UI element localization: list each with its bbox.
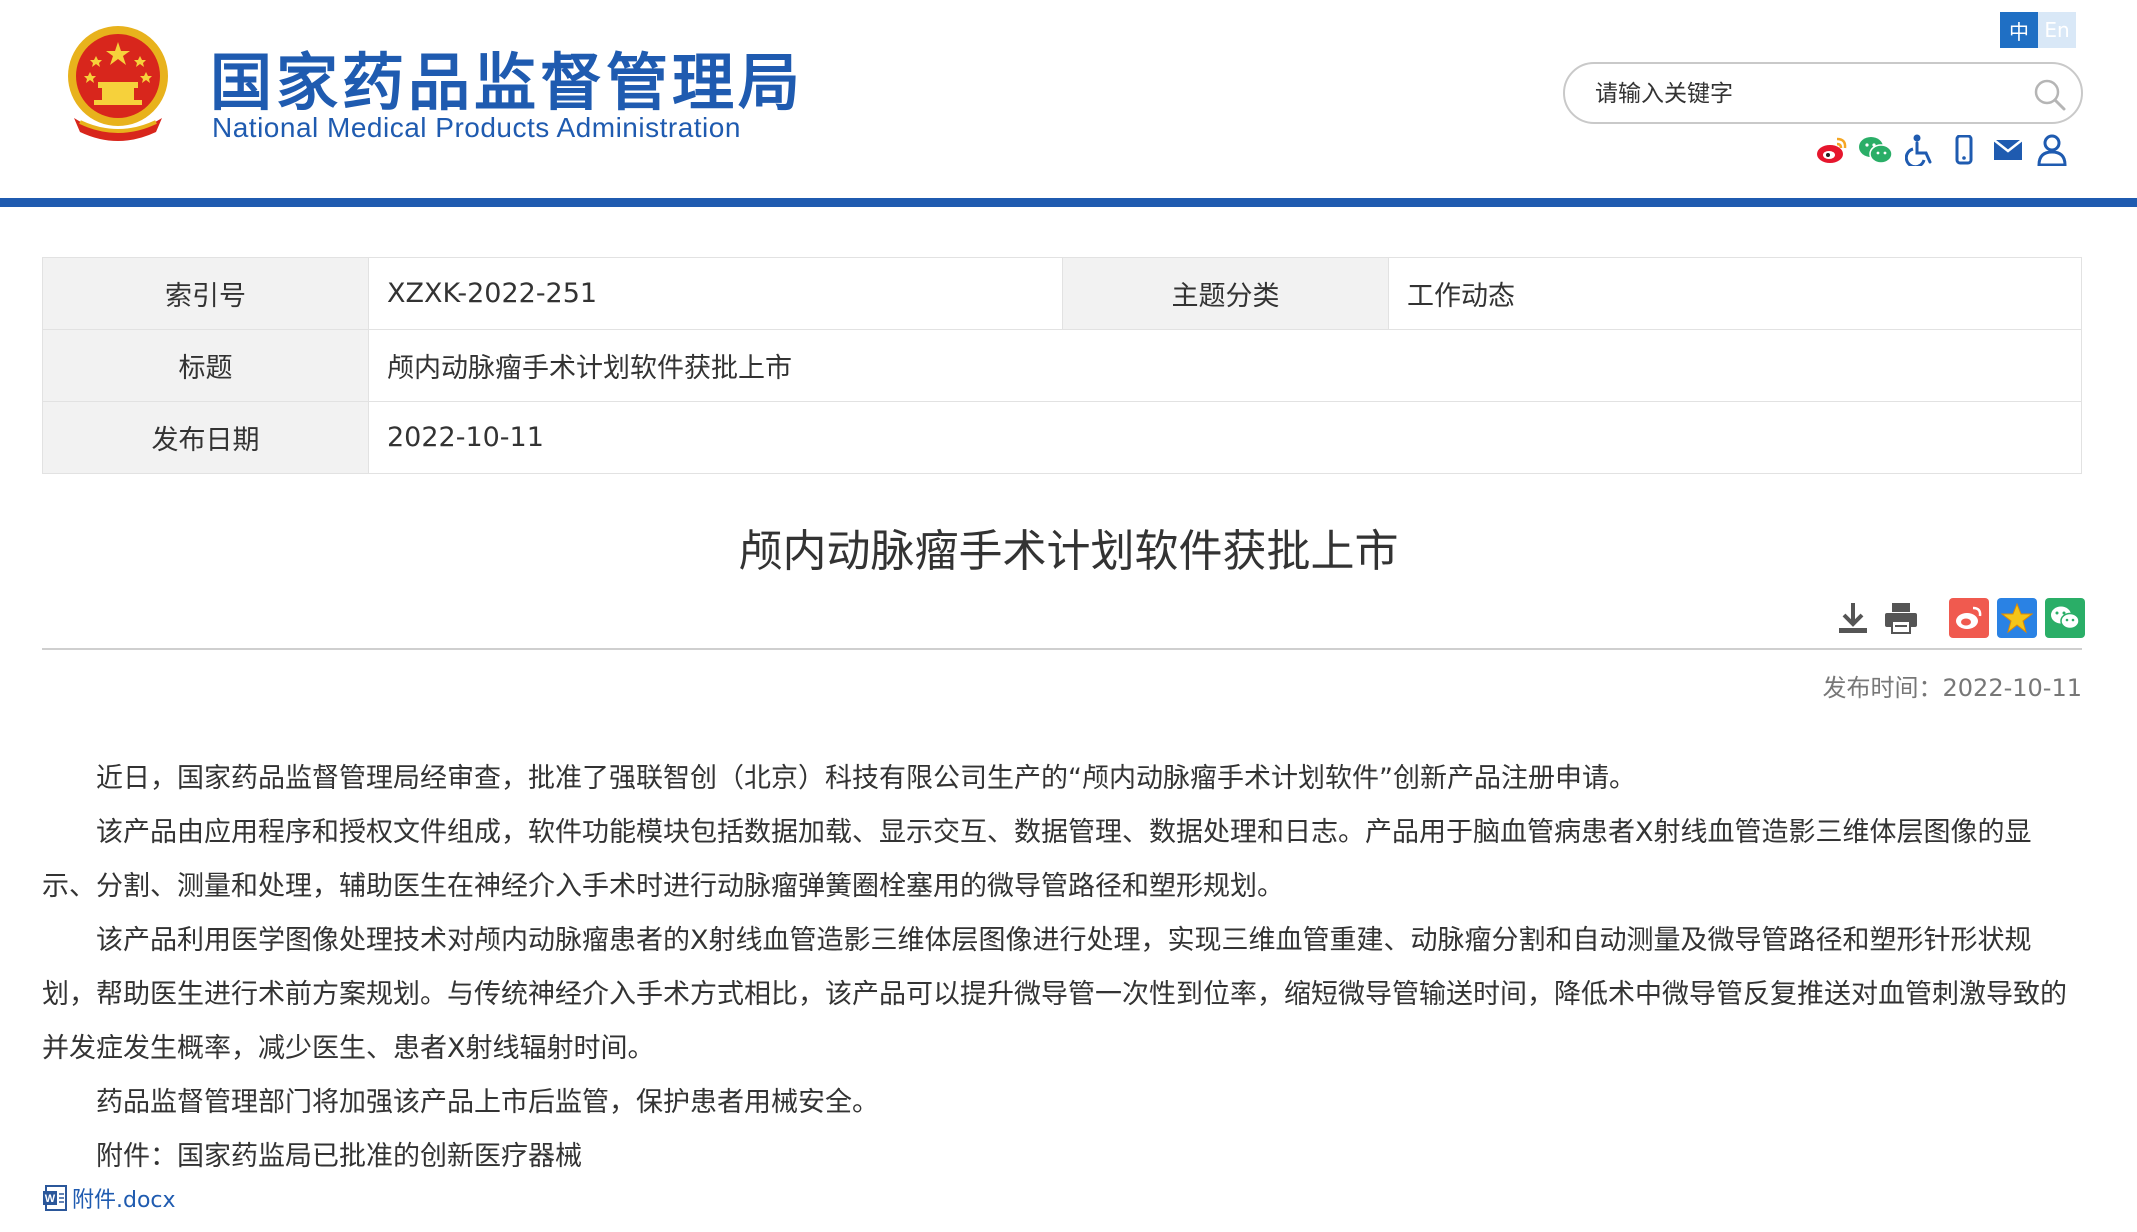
site-header: 国家药品监督管理局 National Medical Products Admi… (0, 0, 2137, 198)
document-meta-table: 索引号 XZXK-2022-251 主题分类 工作动态 标题 颅内动脉瘤手术计划… (42, 257, 2082, 474)
search-box (1563, 62, 2083, 124)
article-paragraph: 该产品利用医学图像处理技术对颅内动脉瘤患者的X射线血管造影三维体层图像进行处理，… (42, 925, 2067, 1064)
mail-icon[interactable] (1988, 132, 2028, 168)
site-title-en[interactable]: National Medical Products Administration (212, 112, 741, 144)
wechat-icon[interactable] (1856, 132, 1896, 168)
lang-zh-button[interactable]: 中 (2000, 12, 2038, 48)
article-paragraph: 附件：国家药监局已批准的创新医疗器械 (96, 1141, 582, 1172)
header-social-icons (1812, 132, 2076, 168)
category-label: 主题分类 (1062, 257, 1389, 330)
share-favorite-icon[interactable] (1997, 598, 2037, 638)
attachment-link[interactable]: W 附件.docx (42, 1182, 176, 1214)
article-paragraph: 药品监督管理部门将加强该产品上市后监管，保护患者用械安全。 (96, 1087, 879, 1118)
index-value: XZXK-2022-251 (368, 257, 1063, 330)
share-wechat-icon[interactable] (2045, 598, 2085, 638)
publish-time: 发布时间：2022-10-11 (1822, 674, 2082, 702)
article-tools (1825, 598, 2085, 638)
attachment-link-text[interactable]: 附件.docx (72, 1182, 176, 1214)
category-value: 工作动态 (1388, 257, 2082, 330)
national-emblem-icon[interactable] (60, 22, 176, 146)
index-label: 索引号 (42, 257, 369, 330)
lang-en-button[interactable]: En (2038, 12, 2076, 48)
article-paragraph: 该产品由应用程序和授权文件组成，软件功能模块包括数据加载、显示交互、数据管理、数… (42, 817, 2032, 902)
weibo-icon[interactable] (1812, 132, 1852, 168)
language-switch: 中 En (2000, 12, 2076, 48)
title-label: 标题 (42, 329, 369, 402)
word-doc-icon: W (43, 1185, 67, 1211)
mobile-icon[interactable] (1944, 132, 1984, 168)
download-icon[interactable] (1833, 598, 1873, 638)
date-value: 2022-10-11 (368, 401, 2082, 474)
table-row: 发布日期 2022-10-11 (42, 401, 2082, 474)
header-accent-bar (0, 198, 2137, 207)
article-divider (42, 648, 2082, 650)
article-title: 颅内动脉瘤手术计划软件获批上市 (738, 526, 1399, 577)
article-paragraph: 近日，国家药品监督管理局经审查，批准了强联智创（北京）科技有限公司生产的“颅内动… (96, 763, 1636, 794)
user-icon[interactable] (2032, 132, 2072, 168)
table-row: 索引号 XZXK-2022-251 主题分类 工作动态 (42, 257, 2082, 330)
date-label: 发布日期 (42, 401, 369, 474)
table-row: 标题 颅内动脉瘤手术计划软件获批上市 (42, 329, 2082, 402)
print-icon[interactable] (1881, 598, 1921, 638)
search-input[interactable] (1595, 78, 1995, 110)
article-body: 近日，国家药品监督管理局经审查，批准了强联智创（北京）科技有限公司生产的“颅内动… (42, 752, 2082, 1184)
accessibility-icon[interactable] (1900, 132, 1940, 168)
title-value: 颅内动脉瘤手术计划软件获批上市 (368, 329, 2082, 402)
site-title-cn[interactable]: 国家药品监督管理局 (210, 32, 804, 122)
svg-text:W: W (45, 1193, 56, 1205)
search-icon[interactable] (2033, 78, 2067, 112)
share-weibo-icon[interactable] (1949, 598, 1989, 638)
